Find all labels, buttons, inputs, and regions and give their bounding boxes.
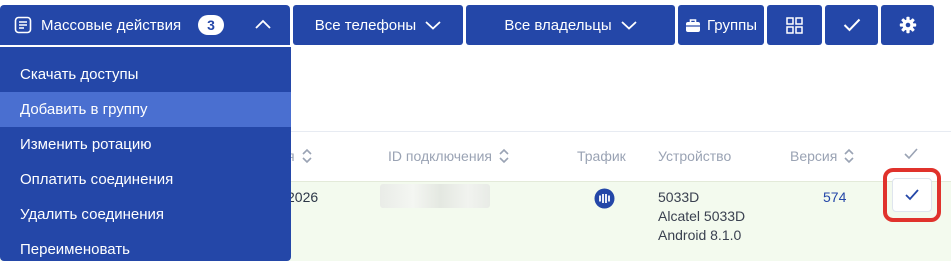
header-connection-id-label: ID подключения <box>388 148 492 164</box>
settings-button[interactable] <box>881 5 934 45</box>
list-box-icon <box>14 16 32 34</box>
grid-icon <box>786 16 803 34</box>
header-connection-id[interactable]: ID подключения <box>388 148 510 164</box>
sort-icon[interactable] <box>301 148 313 164</box>
header-traffic-label: Трафик <box>577 148 626 164</box>
check-icon <box>905 189 919 201</box>
phones-filter-dropdown[interactable]: Все телефоны <box>293 5 463 45</box>
groups-button[interactable]: Группы <box>678 5 764 45</box>
header-version-label: Версия <box>790 148 838 164</box>
check-icon <box>904 148 918 160</box>
menu-item-rename[interactable]: Переименовать <box>0 232 291 261</box>
header-device-label: Устройство <box>658 148 732 164</box>
header-version[interactable]: Версия <box>790 148 855 164</box>
traffic-icon[interactable] <box>594 188 615 212</box>
device-info: 5033D Alcatel 5033D Android 8.1.0 <box>658 188 745 245</box>
device-model: 5033D <box>658 189 700 205</box>
chevron-down-icon <box>621 21 637 30</box>
menu-item-delete-connections[interactable]: Удалить соединения <box>0 197 291 232</box>
menu-item-change-rotation[interactable]: Изменить ротацию <box>0 127 291 162</box>
device-os: Android 8.1.0 <box>658 227 742 243</box>
phones-filter-label: Все телефоны <box>314 16 417 34</box>
sort-icon[interactable] <box>498 148 510 164</box>
connection-id-redacted <box>380 184 490 208</box>
mass-actions-button[interactable]: Массовые действия 3 <box>0 5 290 45</box>
owners-filter-dropdown[interactable]: Все владельцы <box>466 5 675 45</box>
header-device: Устройство <box>658 148 731 164</box>
row-date: 2026 <box>287 189 319 205</box>
app-root: я ID подключения Трафик Устройство Верси… <box>0 0 951 261</box>
select-mode-button[interactable] <box>825 5 878 45</box>
header-traffic: Трафик <box>577 148 626 164</box>
check-icon <box>843 18 860 32</box>
device-name: Alcatel 5033D <box>658 208 746 224</box>
mass-actions-label: Массовые действия <box>41 16 182 34</box>
row-checkbox-highlight[interactable] <box>883 168 941 222</box>
menu-item-add-to-group[interactable]: Добавить в группу <box>0 92 291 127</box>
sort-icon[interactable] <box>843 148 855 164</box>
briefcase-icon <box>686 18 700 32</box>
menu-item-pay-connections[interactable]: Оплатить соединения <box>0 162 291 197</box>
row-checkbox[interactable] <box>892 178 932 212</box>
menu-item-download-access[interactable]: Скачать доступы <box>0 57 291 92</box>
header-select-all[interactable] <box>904 148 918 160</box>
chevron-up-icon <box>255 19 271 29</box>
chevron-down-icon <box>425 21 441 30</box>
gear-icon <box>899 16 916 34</box>
owners-filter-label: Все владельцы <box>504 16 612 34</box>
groups-label: Группы <box>707 16 757 34</box>
selected-count-badge: 3 <box>198 15 224 35</box>
mass-actions-menu: Скачать доступы Добавить в группу Измени… <box>0 47 291 261</box>
grid-view-button[interactable] <box>767 5 822 45</box>
toolbar: Массовые действия 3 Все телефоны Все вла… <box>0 0 951 47</box>
version-link[interactable]: 574 <box>823 189 846 205</box>
